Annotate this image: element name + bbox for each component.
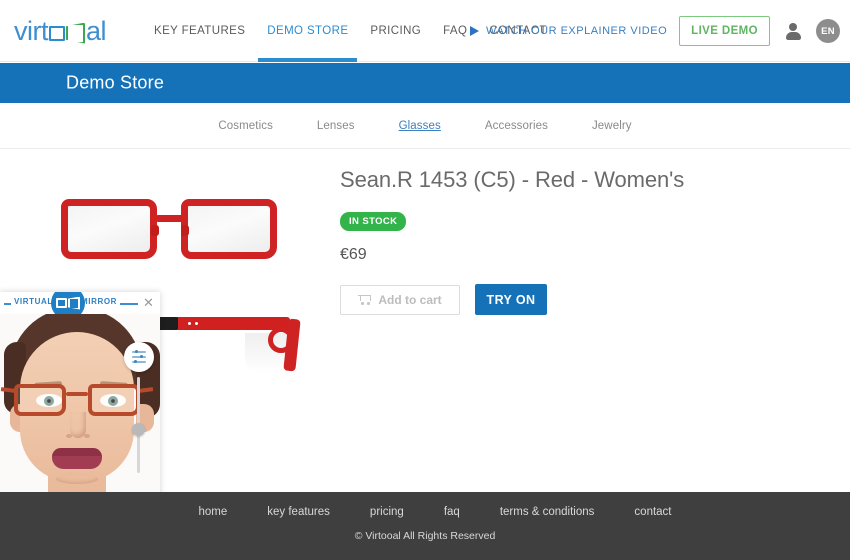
page-root: virt al KEY FEATURES DEMO STORE PRICING …: [0, 0, 850, 560]
category-accessories[interactable]: Accessories: [463, 120, 570, 132]
play-triangle-icon: [469, 26, 479, 36]
nav-item-key-features[interactable]: KEY FEATURES: [143, 0, 256, 62]
site-footer: home key features pricing faq terms & co…: [0, 492, 850, 560]
banner-title: Demo Store: [66, 72, 165, 93]
product-image-front[interactable]: [55, 185, 305, 300]
footer-link-faq[interactable]: faq: [424, 506, 480, 518]
worn-glasses-overlay: [0, 380, 154, 422]
adjust-sliders-icon[interactable]: [124, 342, 154, 372]
footer-links: home key features pricing faq terms & co…: [0, 506, 850, 518]
category-glasses[interactable]: Glasses: [377, 120, 463, 132]
size-slider-handle[interactable]: [132, 423, 145, 436]
footer-link-terms[interactable]: terms & conditions: [480, 506, 615, 518]
stock-status-badge: IN STOCK: [340, 212, 407, 231]
product-actions: Add to cart TRY ON: [340, 284, 760, 315]
header-right-controls: WATCH OUR EXPLAINER VIDEO LIVE DEMO EN: [469, 0, 840, 62]
add-to-cart-label: Add to cart: [378, 292, 442, 307]
language-badge[interactable]: EN: [816, 19, 840, 43]
virtooal-logo-mark-icon: [49, 22, 85, 44]
footer-link-home[interactable]: home: [178, 506, 247, 518]
nav-item-demo-store[interactable]: DEMO STORE: [256, 0, 359, 62]
product-title: Sean.R 1453 (C5) - Red - Women's: [340, 167, 685, 192]
site-header: virt al KEY FEATURES DEMO STORE PRICING …: [0, 0, 850, 62]
watch-video-label: WATCH OUR EXPLAINER VIDEO: [485, 25, 668, 37]
footer-link-contact[interactable]: contact: [614, 506, 691, 518]
user-icon[interactable]: [782, 20, 804, 42]
product-price: €69: [340, 246, 367, 263]
product-image-side[interactable]: [140, 305, 315, 380]
size-slider[interactable]: [132, 377, 145, 473]
virtual-mirror-title-left: VIRTUAL: [11, 297, 56, 306]
category-cosmetics[interactable]: Cosmetics: [196, 120, 295, 132]
category-lenses[interactable]: Lenses: [295, 120, 377, 132]
demo-store-banner: Demo Store: [0, 63, 850, 103]
category-navigation: Cosmetics Lenses Glasses Accessories Jew…: [0, 103, 850, 149]
footer-link-pricing[interactable]: pricing: [350, 506, 424, 518]
product-details: Sean.R 1453 (C5) - Red - Women's IN STOC…: [340, 165, 760, 315]
logo-text-right: al: [86, 16, 107, 46]
logo-text-left: virt: [14, 16, 49, 46]
site-logo[interactable]: virt al: [14, 16, 107, 47]
nav-item-pricing[interactable]: PRICING: [359, 0, 432, 62]
try-on-button[interactable]: TRY ON: [475, 284, 547, 315]
footer-link-key-features[interactable]: key features: [247, 506, 350, 518]
footer-copyright: © Virtooal All Rights Reserved: [354, 530, 496, 542]
close-icon[interactable]: ✕: [142, 296, 155, 309]
watch-explainer-video-link[interactable]: WATCH OUR EXPLAINER VIDEO: [469, 25, 668, 37]
virtual-mirror-header: VIRTUAL MIRROR ✕: [0, 292, 160, 320]
live-demo-button[interactable]: LIVE DEMO: [679, 16, 770, 46]
add-to-cart-button[interactable]: Add to cart: [340, 284, 460, 315]
cart-icon: [358, 294, 372, 305]
category-jewelry[interactable]: Jewelry: [570, 120, 654, 132]
